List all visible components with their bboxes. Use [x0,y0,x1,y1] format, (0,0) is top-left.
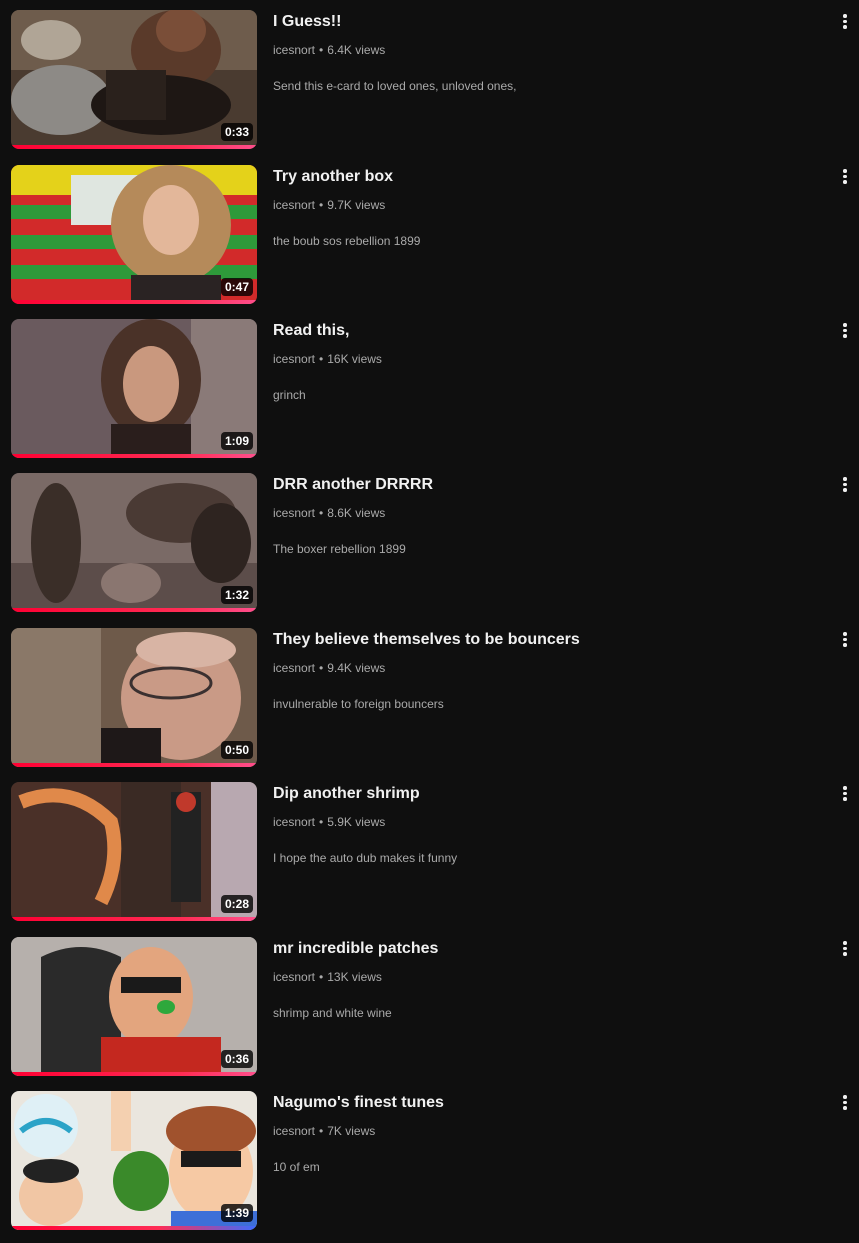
more-vert-icon[interactable] [837,475,853,497]
video-list: 0:33 I Guess!! icesnort • 6.4K views Send … [0,0,859,1243]
video-title[interactable]: mr incredible patches [273,939,813,959]
channel-name[interactable]: icesnort [273,198,315,212]
more-vert-icon[interactable] [837,939,853,961]
watch-progress-bar [11,145,257,149]
video-item[interactable]: 0:47 Try another box icesnort • 9.7K views… [0,155,859,304]
video-duration: 1:09 [220,432,253,450]
video-item[interactable]: 0:36 mr incredible patches icesnort • 13K … [0,927,859,1076]
video-details: They believe themselves to be bouncers i… [273,630,813,712]
video-thumbnail[interactable]: 1:32 [11,473,257,612]
watch-progress-bar [11,763,257,767]
video-byline: icesnort • 13K views [273,969,813,985]
video-details: Read this, icesnort • 16K views grinch [273,321,813,403]
view-count: 8.6K views [327,506,386,520]
separator: • [319,815,324,829]
channel-name[interactable]: icesnort [273,970,315,984]
view-count: 9.4K views [327,661,386,675]
video-title[interactable]: DRR another DRRRR [273,475,813,495]
view-count: 7K views [327,1124,376,1138]
more-vert-icon[interactable] [837,784,853,806]
video-details: DRR another DRRRR icesnort • 8.6K views Th… [273,475,813,557]
channel-name[interactable]: icesnort [273,661,315,675]
video-item[interactable]: 0:28 Dip another shrimp icesnort • 5.9K vi… [0,772,859,921]
video-byline: icesnort • 5.9K views [273,814,813,830]
video-byline: icesnort • 7K views [273,1123,813,1139]
separator: • [319,506,324,520]
video-thumbnail[interactable]: 0:28 [11,782,257,921]
watch-progress-bar [11,300,257,304]
video-item[interactable]: 1:39 Nagumo's finest tunes icesnort • 7K v… [0,1081,859,1230]
video-details: I Guess!! icesnort • 6.4K views Send this … [273,12,813,94]
video-details: Dip another shrimp icesnort • 5.9K views I… [273,784,813,866]
view-count: 9.7K views [327,198,386,212]
separator: • [319,43,324,57]
video-item[interactable]: 0:33 I Guess!! icesnort • 6.4K views Send … [0,0,859,149]
video-thumbnail[interactable]: 0:36 [11,937,257,1076]
video-duration: 0:36 [220,1050,253,1068]
video-item[interactable]: 1:09 Read this, icesnort • 16K views grinc… [0,309,859,458]
video-byline: icesnort • 6.4K views [273,42,813,58]
video-item[interactable]: 0:50 They believe themselves to be bounc… [0,618,859,767]
watch-progress-bar [11,917,257,921]
view-count: 16K views [327,352,382,366]
more-vert-icon[interactable] [837,321,853,343]
watch-progress-bar [11,454,257,458]
separator: • [319,1124,324,1138]
channel-name[interactable]: icesnort [273,1124,315,1138]
channel-name[interactable]: icesnort [273,506,315,520]
watch-progress-bar [11,1072,257,1076]
video-title[interactable]: They believe themselves to be bouncers [273,630,813,650]
view-count: 5.9K views [327,815,386,829]
video-thumbnail[interactable]: 1:39 [11,1091,257,1230]
view-count: 6.4K views [327,43,386,57]
video-title[interactable]: Dip another shrimp [273,784,813,804]
video-duration: 1:32 [220,586,253,604]
video-description: the boub sos rebellion 1899 [273,234,421,248]
video-thumbnail[interactable]: 0:50 [11,628,257,767]
video-details: mr incredible patches icesnort • 13K views… [273,939,813,1021]
video-details: Nagumo's finest tunes icesnort • 7K views … [273,1093,813,1175]
separator: • [319,352,324,366]
more-vert-icon[interactable] [837,1093,853,1115]
channel-name[interactable]: icesnort [273,43,315,57]
video-byline: icesnort • 9.4K views [273,660,813,676]
video-title[interactable]: Read this, [273,321,813,341]
watch-progress-bar [11,608,257,612]
video-item[interactable]: 1:32 DRR another DRRRR icesnort • 8.6K vie… [0,463,859,612]
more-vert-icon[interactable] [837,167,853,189]
video-byline: icesnort • 16K views [273,351,813,367]
video-title[interactable]: Nagumo's finest tunes [273,1093,813,1113]
video-description: grinch [273,388,306,402]
video-description: invulnerable to foreign bouncers [273,697,444,711]
separator: • [319,661,324,675]
video-title[interactable]: Try another box [273,167,813,187]
channel-name[interactable]: icesnort [273,352,315,366]
video-duration: 0:33 [220,123,253,141]
video-thumbnail[interactable]: 0:33 [11,10,257,149]
video-duration: 0:47 [220,278,253,296]
video-title[interactable]: I Guess!! [273,12,813,32]
video-description: Send this e-card to loved ones, unloved … [273,79,517,93]
video-description: The boxer rebellion 1899 [273,542,406,556]
video-thumbnail[interactable]: 0:47 [11,165,257,304]
video-details: Try another box icesnort • 9.7K views the … [273,167,813,249]
video-description: I hope the auto dub makes it funny [273,851,458,865]
video-thumbnail[interactable]: 1:09 [11,319,257,458]
separator: • [319,970,324,984]
more-vert-icon[interactable] [837,630,853,652]
video-duration: 0:50 [220,741,253,759]
watch-progress-bar [11,1226,257,1230]
video-duration: 1:39 [220,1204,253,1222]
video-description: 10 of em [273,1160,320,1174]
separator: • [319,198,324,212]
view-count: 13K views [327,970,382,984]
more-vert-icon[interactable] [837,12,853,34]
video-byline: icesnort • 8.6K views [273,505,813,521]
video-byline: icesnort • 9.7K views [273,197,813,213]
video-description: shrimp and white wine [273,1006,392,1020]
video-duration: 0:28 [220,895,253,913]
channel-name[interactable]: icesnort [273,815,315,829]
